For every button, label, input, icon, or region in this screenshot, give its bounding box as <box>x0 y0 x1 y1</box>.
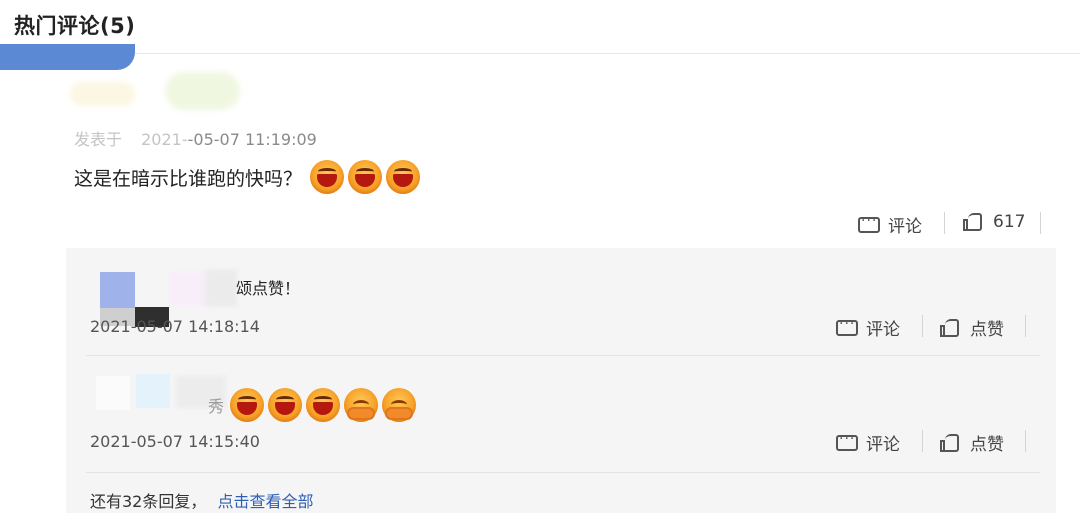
laugh-emoji <box>268 388 303 422</box>
main-comment-timestamp: -05-07 11:19:09 <box>187 130 317 149</box>
laugh-emoji <box>306 388 341 422</box>
like-count: 617 <box>993 212 1026 232</box>
blurred-reply-username <box>170 272 208 306</box>
reply-timestamp: 2021-05-07 14:18:14 <box>90 317 260 336</box>
comment-label: 评论 <box>866 435 900 455</box>
comment-label: 评论 <box>888 217 922 237</box>
hug-emoji <box>344 388 379 422</box>
more-replies: 还有32条回复， 点击查看全部 <box>90 488 313 512</box>
reply-avatar-pixel <box>96 376 130 410</box>
reply-text: 颂点赞！ <box>236 279 301 298</box>
laugh-emoji <box>310 160 345 194</box>
action-separator <box>1025 315 1026 337</box>
reply-avatar-pixel <box>100 272 135 308</box>
blurred-reply-username <box>205 270 237 306</box>
reply-divider <box>86 472 1040 473</box>
action-separator <box>1040 212 1041 234</box>
reply-text: 秀 <box>208 397 225 416</box>
comment-icon <box>836 431 858 451</box>
reply-body: 秀 <box>208 388 420 422</box>
blurred-avatar <box>70 82 135 106</box>
comment-label: 评论 <box>866 320 900 340</box>
like-label: 点赞 <box>970 435 1004 455</box>
laugh-emoji <box>230 388 265 422</box>
header-divider <box>135 53 1080 54</box>
main-comment-text: 这是在暗示比谁跑的快吗？ <box>74 167 303 190</box>
action-separator <box>922 315 923 337</box>
action-separator <box>944 212 945 234</box>
reply-timestamp: 2021-05-07 14:15:40 <box>90 432 260 451</box>
thumbs-up-icon <box>963 212 983 232</box>
main-comment-meta: 发表于 2021--05-07 11:19:09 <box>74 126 317 150</box>
laugh-emoji <box>386 160 421 194</box>
reply-avatar-pixel <box>136 374 170 408</box>
laugh-emoji <box>348 160 383 194</box>
action-separator <box>1025 430 1026 452</box>
reply-comment-button[interactable]: 评论 <box>836 430 900 455</box>
reply-comment-button[interactable]: 评论 <box>836 315 900 340</box>
action-separator <box>922 430 923 452</box>
blurred-username <box>165 72 240 110</box>
meta-year-fragment: 2021- <box>141 130 188 149</box>
main-comment-reply-button[interactable]: 评论 <box>858 212 922 237</box>
hug-emoji <box>382 388 417 422</box>
more-replies-text: 还有32条回复， <box>90 492 207 511</box>
comment-icon <box>836 316 858 336</box>
thumbs-up-icon <box>940 433 960 453</box>
comment-icon <box>858 213 880 233</box>
reply-like-button[interactable]: 点赞 <box>940 430 1004 455</box>
reply-like-button[interactable]: 点赞 <box>940 315 1004 340</box>
title-underline-decoration <box>0 44 135 70</box>
main-comment-like-button[interactable]: 617 <box>963 212 1025 232</box>
meta-label: 发表于 <box>74 130 123 149</box>
view-all-replies-link[interactable]: 点击查看全部 <box>217 492 313 511</box>
reply-divider <box>86 355 1040 356</box>
like-label: 点赞 <box>970 320 1004 340</box>
section-title: 热门评论(5) <box>14 14 136 38</box>
main-comment-body: 这是在暗示比谁跑的快吗？ <box>74 160 424 194</box>
thumbs-up-icon <box>940 318 960 338</box>
